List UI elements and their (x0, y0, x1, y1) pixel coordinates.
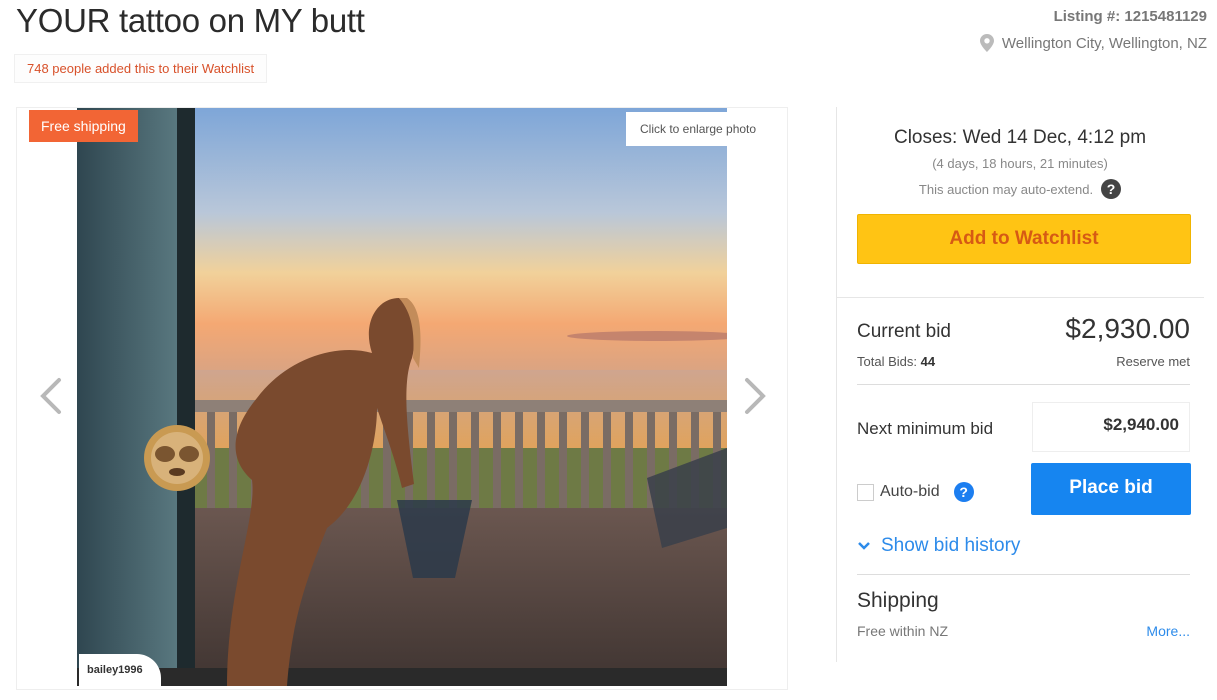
auto-bid-checkbox[interactable] (857, 483, 874, 501)
photo-gallery: Free shipping Click to enlarge photo bai… (16, 107, 788, 690)
watchlist-count: 748 people added this to their Watchlist (14, 54, 268, 83)
place-bid-button[interactable]: Place bid (1031, 463, 1191, 515)
current-bid-label: Current bid (857, 321, 951, 342)
listing-photo[interactable] (77, 108, 727, 686)
auction-panel: Closes: Wed 14 Dec, 4:12 pm (4 days, 18 … (836, 107, 1204, 662)
total-bids-value: 44 (920, 354, 936, 369)
help-icon[interactable]: ? (953, 482, 974, 502)
listing-number: Listing #: 1215481129 (1053, 8, 1207, 25)
divider (857, 384, 1190, 385)
show-bid-history-label[interactable]: Show bid history (881, 535, 1020, 557)
total-bids-label: Total Bids: (857, 354, 917, 369)
next-photo-button[interactable] (743, 376, 769, 416)
bid-amount-input[interactable]: $2,940.00 (1032, 402, 1190, 452)
auto-extend-text: This auction may auto-extend. (918, 181, 1094, 197)
shipping-value: Free within NZ (857, 623, 949, 639)
next-minimum-bid-label: Next minimum bid (857, 419, 994, 438)
enlarge-photo-link[interactable]: Click to enlarge photo (626, 112, 786, 146)
location: Wellington City, Wellington, NZ (979, 34, 1207, 52)
chevron-left-icon (40, 378, 61, 414)
previous-photo-button[interactable] (37, 376, 63, 416)
bid-box: Current bid $2,930.00 Total Bids: 44 Res… (837, 297, 1204, 662)
free-shipping-badge: Free shipping (29, 110, 138, 142)
closing-time: Closes: Wed 14 Dec, 4:12 pm (893, 127, 1147, 148)
shipping-title: Shipping (857, 589, 939, 612)
shipping-more-link[interactable]: More... (1146, 623, 1190, 639)
seller-username[interactable]: bailey1996 (79, 654, 161, 686)
time-remaining: (4 days, 18 hours, 21 minutes) (932, 156, 1108, 171)
add-to-watchlist-button[interactable]: Add to Watchlist (857, 214, 1191, 264)
listing-title: YOUR tattoo on MY butt (16, 2, 365, 39)
current-bid-value: $2,930.00 (1065, 313, 1190, 344)
help-icon[interactable]: ? (1101, 179, 1122, 199)
map-pin-icon (979, 34, 994, 52)
divider (857, 574, 1190, 575)
auto-bid-option[interactable]: Auto-bid ? (857, 482, 974, 502)
total-bids: Total Bids: 44 (857, 354, 935, 369)
location-text: Wellington City, Wellington, NZ (1001, 34, 1207, 52)
chevron-down-icon (858, 542, 870, 550)
show-bid-history-link[interactable]: Show bid history (857, 535, 1020, 557)
reserve-status: Reserve met (1116, 354, 1190, 369)
auto-bid-label[interactable]: Auto-bid (880, 483, 940, 501)
auto-extend-note: This auction may auto-extend. ? (837, 179, 1203, 199)
chevron-right-icon (745, 378, 766, 414)
